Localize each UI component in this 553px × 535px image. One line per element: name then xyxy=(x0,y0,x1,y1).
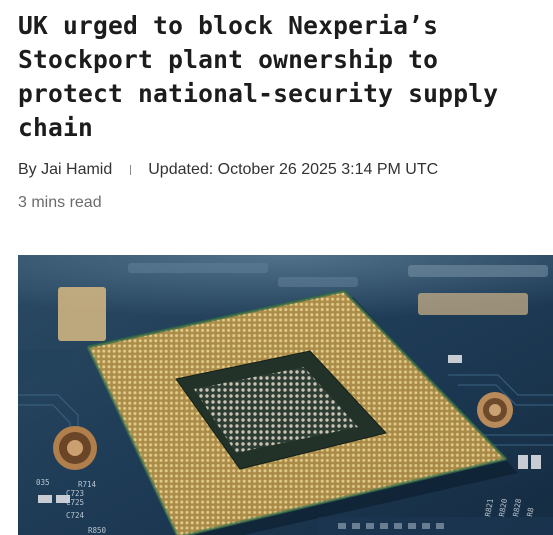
hero-image: 035 R714 C723 C725 C724 R821 R820 R828 R… xyxy=(18,255,553,535)
board-label: R714 xyxy=(78,480,97,489)
board-label: C724 xyxy=(66,511,85,520)
read-time: 3 mins read xyxy=(18,194,102,211)
board-label: C725 xyxy=(66,498,84,507)
board-label: 035 xyxy=(36,478,50,487)
updated-timestamp: Updated: October 26 2025 3:14 PM UTC xyxy=(148,161,439,178)
author-name[interactable]: By Jai Hamid xyxy=(18,161,112,179)
board-label: R850 xyxy=(88,526,107,535)
byline-divider xyxy=(130,165,132,175)
article-page: UK urged to block Nexperia’s Stockport p… xyxy=(0,0,553,535)
board-label: C723 xyxy=(66,489,84,498)
cpu-chip-photo: 035 R714 C723 C725 C724 R821 R820 R828 R… xyxy=(18,255,553,535)
article-byline: By Jai Hamid Updated: October 26 2025 3:… xyxy=(18,160,553,180)
article-headline: UK urged to block Nexperia’s Stockport p… xyxy=(18,11,499,142)
